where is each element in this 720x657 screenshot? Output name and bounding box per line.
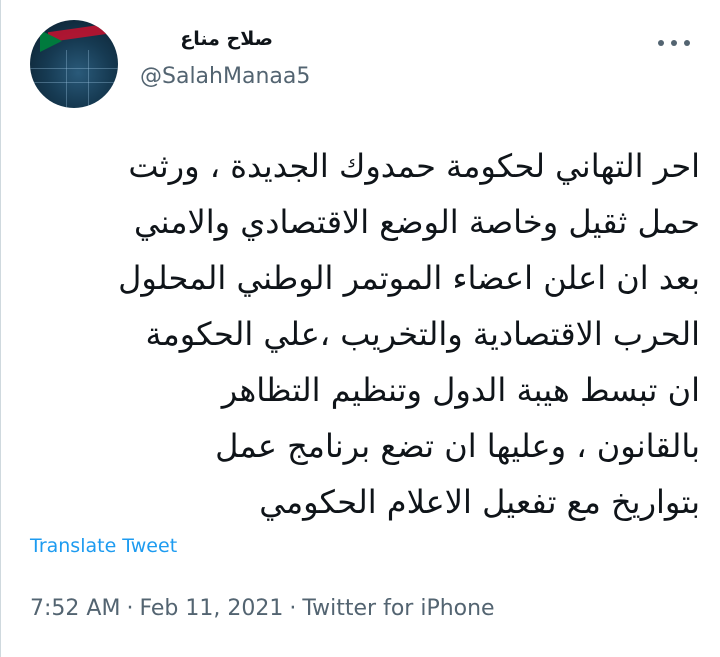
avatar-grid-line [30,68,118,69]
avatar-grid-line [30,82,118,83]
translate-tweet-link[interactable]: Translate Tweet [30,535,177,557]
avatar-grid-line [88,50,89,108]
meta-separator: · [289,596,297,621]
tweet-text-line: حمل ثقيل وخاصة الوضع الاقتصادي والامني [134,203,700,241]
tweet-text: احر التهاني لحكومة حمدوك الجديدة ، ورثت … [24,138,700,530]
tweet-text-line: الحرب الاقتصادية والتخريب ،علي الحكومة [145,315,700,353]
tweet-text-line: بتواريخ مع تفعيل الاعلام الحكومي [259,483,700,521]
author-display-name[interactable]: صلاح مناع [180,28,273,50]
tweet-text-line: بالقانون ، وعليها ان تضع برنامج عمل [215,427,700,465]
card-border [0,0,1,657]
meta-separator: · [126,596,134,621]
tweet-source[interactable]: Twitter for iPhone [302,596,494,621]
tweet-text-line: بعد ان اعلن اعضاء الموتمر الوطني المحلول [118,259,700,297]
tweet-meta: 7:52 AM · Feb 11, 2021 · Twitter for iPhone [30,596,495,621]
more-horizontal-icon[interactable] [656,38,692,48]
tweet-text-line: ان تبسط هيبة الدول وتنظيم التظاهر [221,371,700,409]
tweet-time[interactable]: 7:52 AM [30,596,120,621]
tweet-date[interactable]: Feb 11, 2021 [139,596,283,621]
avatar[interactable] [30,20,118,108]
author-handle[interactable]: @SalahManaa5 [140,64,310,89]
tweet-text-line: احر التهاني لحكومة حمدوك الجديدة ، ورثت [128,147,700,185]
avatar-grid-line [66,50,67,108]
tweet-card: صلاح مناع @SalahManaa5 احر التهاني لحكوم… [0,0,720,657]
